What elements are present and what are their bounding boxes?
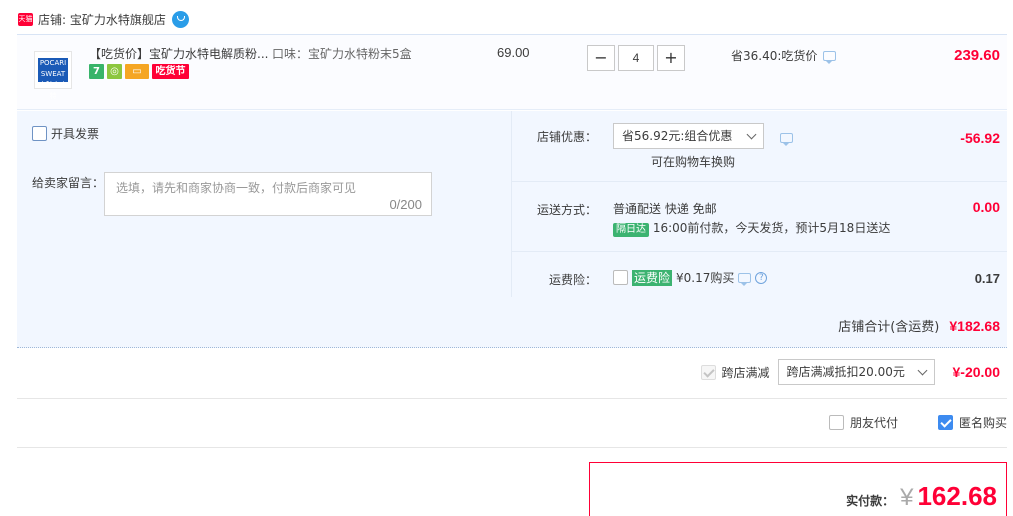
help-icon[interactable]: ? <box>755 271 768 284</box>
store-discount-value: -56.92 <box>960 130 1000 146</box>
delivery-info: 隔日达 16:00前付款，今天发货，预计5月18日送达 <box>613 219 890 237</box>
cross-store-discount: 跨店满减 跨店满减抵扣20.00元 ¥-20.00 <box>700 359 1000 385</box>
cross-store-checkbox[interactable] <box>700 364 716 380</box>
message-label: 给卖家留言： <box>32 176 105 190</box>
message-placeholder: 选填，请先和商家协商一致，付款后商家可见 <box>116 181 357 195</box>
qty-increase-button[interactable]: + <box>657 45 685 71</box>
insurance-option: 运费险 ¥0.17购买 ? <box>613 269 768 286</box>
product-title[interactable]: 【吃货价】宝矿力水特电解质粉... <box>89 45 268 62</box>
fees-panel: 店铺优惠： 省56.92元:组合优惠 可在购物车换购 -56.92 运送方式： … <box>511 111 1007 348</box>
item-discount-note: 省36.40:吃货价 <box>731 47 837 64</box>
product-package-image: POCARI SWEAT 宝矿力水特 <box>38 58 68 100</box>
foodie-festival-badge[interactable]: 吃货节 <box>152 64 189 79</box>
tmall-icon: 天猫 <box>18 12 33 26</box>
message-icon[interactable] <box>823 50 837 64</box>
insurance-label: 运费险： <box>549 273 598 287</box>
shipping-method: 普通配送 快递 免邮 <box>613 202 717 216</box>
product-thumbnail[interactable]: POCARI SWEAT 宝矿力水特 <box>34 51 72 100</box>
payment-options-row: 朋友代付 匿名购买 <box>17 400 1007 448</box>
discount-note-text: 省36.40:吃货价 <box>731 49 818 63</box>
message-icon[interactable] <box>780 133 793 146</box>
qty-input[interactable]: 4 <box>618 45 654 71</box>
seller-message-input[interactable]: 选填，请先和商家协商一致，付款后商家可见 0/200 <box>104 172 432 216</box>
order-item-row: POCARI SWEAT 宝矿力水特 【吃货价】宝矿力水特电解质粉... 口味：… <box>17 34 1007 110</box>
message-char-count: 0/200 <box>389 197 422 212</box>
next-day-badge: 隔日达 <box>613 223 649 237</box>
item-subtotal: 239.60 <box>954 47 1000 64</box>
chevron-down-icon <box>917 365 927 376</box>
unit-price: 69.00 <box>497 45 530 60</box>
shipping-fee-value: 0.00 <box>972 199 1000 215</box>
friend-pay-checkbox[interactable] <box>828 415 844 430</box>
order-options-panel: 开具发票 给卖家留言： 选填，请先和商家协商一致，付款后商家可见 0/200 店… <box>17 111 1007 348</box>
final-payment-box: 实付款： ¥ 162.68 <box>589 462 1007 516</box>
wangwang-chat-icon[interactable] <box>171 10 189 28</box>
store-total-value: ¥182.68 <box>949 317 1000 334</box>
friend-pay-label: 朋友代付 <box>849 416 898 430</box>
cross-store-selected: 跨店满减抵扣20.00元 <box>786 365 905 379</box>
qty-decrease-button[interactable]: − <box>587 45 615 71</box>
quantity-stepper: − 4 + <box>587 45 685 71</box>
anonymous-checkbox[interactable] <box>937 415 953 430</box>
shop-name[interactable]: 店铺: 宝矿力水特旗舰店 <box>38 11 166 28</box>
message-icon[interactable] <box>738 272 752 286</box>
shipping-label: 运送方式： <box>537 203 598 217</box>
insurance-tag: 运费险 <box>632 269 673 286</box>
credit-card-icon[interactable]: ▭ <box>125 64 149 79</box>
insurance-section: 运费险： 运费险 ¥0.17购买 ? 0.17 <box>511 251 1007 297</box>
store-total-label: 店铺合计(含运费) <box>838 320 940 335</box>
chevron-down-icon <box>746 129 757 140</box>
store-total-line: 店铺合计(含运费) ¥182.68 <box>838 316 1000 336</box>
cross-store-select[interactable]: 跨店满减抵扣20.00元 <box>777 359 935 385</box>
delivery-note: 16:00前付款，今天发货，预计5月18日送达 <box>652 221 891 235</box>
cross-store-discount-row: 跨店满减 跨店满减抵扣20.00元 ¥-20.00 <box>17 349 1007 399</box>
store-discount-label: 店铺优惠： <box>537 130 598 144</box>
store-discount-selected: 省56.92元:组合优惠 <box>622 129 733 143</box>
product-sku: 口味：宝矿力水特粉末5盒 <box>272 47 412 61</box>
swap-in-cart-link[interactable]: 可在购物车换购 <box>651 153 735 170</box>
pay-currency: ¥ <box>900 484 914 511</box>
cross-store-label: 跨店满减 <box>721 365 770 380</box>
anonymous-label: 匿名购买 <box>958 416 1007 430</box>
store-discount-section: 店铺优惠： 省56.92元:组合优惠 可在购物车换购 -56.92 <box>511 111 1007 181</box>
invoice-option[interactable]: 开具发票 <box>32 125 99 142</box>
insurance-checkbox[interactable] <box>613 270 628 285</box>
invoice-label: 开具发票 <box>51 127 100 141</box>
pay-amount: 162.68 <box>917 481 997 511</box>
cross-store-value: ¥-20.00 <box>952 364 1000 380</box>
guarantee-icon[interactable]: ◎ <box>107 64 122 79</box>
final-payment: 实付款： ¥ 162.68 <box>846 481 997 512</box>
service-badges: 7 ◎ ▭ 吃货节 <box>89 64 189 79</box>
seven-day-return-icon[interactable]: 7 <box>89 64 104 79</box>
invoice-checkbox[interactable] <box>32 126 47 141</box>
payment-options: 朋友代付 匿名购买 <box>828 414 1007 431</box>
insurance-price: ¥0.17购买 <box>676 271 735 285</box>
store-discount-select[interactable]: 省56.92元:组合优惠 <box>613 123 764 149</box>
shop-header: 天猫 店铺: 宝矿力水特旗舰店 <box>18 9 189 29</box>
pay-label: 实付款： <box>846 494 895 508</box>
shipping-section: 运送方式： 普通配送 快递 免邮 隔日达 16:00前付款，今天发货，预计5月1… <box>511 181 1007 251</box>
insurance-value: 0.17 <box>974 271 1000 286</box>
